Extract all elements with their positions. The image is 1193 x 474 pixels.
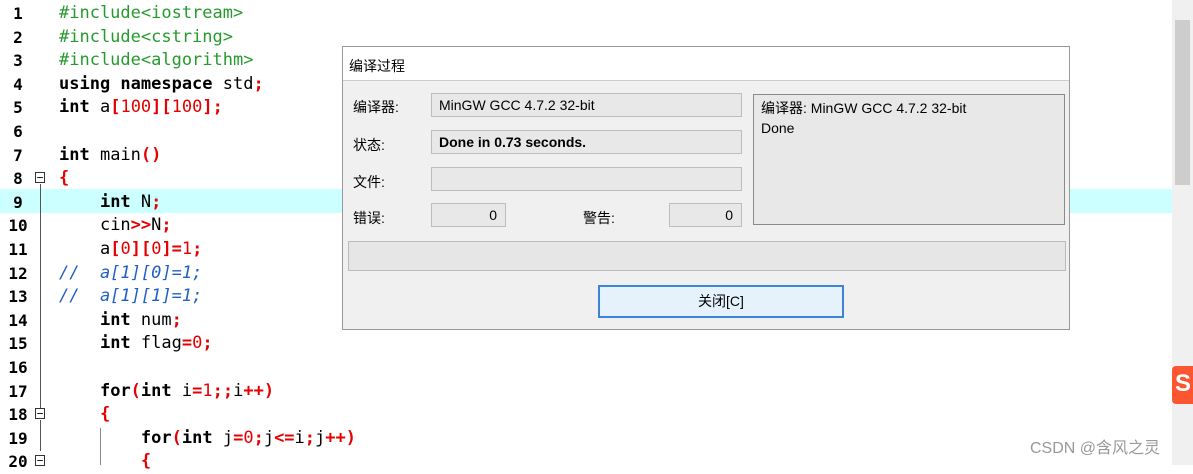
line-number: 5 [13,98,23,118]
line-number: 13 [8,287,28,307]
file-field [431,167,742,191]
status-field: Done in 0.73 seconds. [431,130,742,154]
dialog-titlebar[interactable]: 编译过程 [343,47,1069,81]
fold-toggle-icon[interactable]: − [35,172,45,183]
compile-log: 编译器: MinGW GCC 4.7.2 32-bit Done [753,94,1065,225]
log-line: 编译器: MinGW GCC 4.7.2 32-bit [761,100,967,116]
code-line: int num; [99,309,182,330]
line-number: 19 [8,428,28,448]
code-line: // a[1][0]=1; [59,262,203,283]
code-line: a[0][0]=1; [99,239,203,259]
code-line: cin>>N; [99,215,172,236]
code-line: #include<iostream> [59,3,244,23]
line-number: 16 [8,358,28,377]
code-line: int a[100][100]; [59,97,223,118]
errors-label: 错误: [353,210,385,226]
close-button[interactable]: 关闭[C] [598,285,844,318]
line-number: 2 [13,27,23,47]
code-line: #include<algorithm> [59,50,254,71]
progress-bar [348,241,1066,271]
line-number: 3 [13,51,23,71]
code-line: { [99,404,111,425]
line-number: 18 [8,405,28,425]
line-number: 9 [13,192,23,212]
warnings-field: 0 [669,203,742,227]
line-number: 7 [13,145,23,165]
line-number: 14 [8,310,28,330]
fold-line [40,420,41,451]
code-line: { [59,168,70,189]
line-number: 1 [13,4,23,23]
code-line: for(int j=0;j<=i;j++) [140,427,357,448]
line-number: 20 [8,452,28,472]
scrollbar-thumb[interactable] [1175,20,1190,185]
log-line: Done [761,120,795,136]
warnings-label: 警告: [583,210,615,226]
code-line: #include<cstring> [59,26,233,47]
code-line: int main() [59,144,162,165]
line-number: 15 [8,334,28,354]
code-line: int flag=0; [99,333,213,354]
fold-line [40,184,41,408]
code-line: // a[1][1]=1; [59,286,203,307]
line-number: 8 [13,169,23,189]
dialog-title: 编译过程 [349,58,405,74]
code-line: int N; [99,191,162,212]
code-line: for(int i=1;;i++) [99,380,275,401]
compiler-label: 编译器: [353,99,399,115]
line-number: 10 [8,216,28,236]
line-number: 17 [8,381,28,401]
file-label: 文件: [353,174,385,190]
fold-toggle-icon[interactable]: − [35,455,45,466]
status-label: 状态: [353,137,385,153]
fold-toggle-icon[interactable]: − [35,408,45,419]
compile-progress-dialog: 编译过程 编译器: MinGW GCC 4.7.2 32-bit 状态: Don… [342,46,1070,330]
code-line: { [140,451,152,472]
csdn-logo-icon[interactable]: S [1172,366,1193,404]
line-number: 12 [8,263,28,283]
watermark: CSDN @含风之灵 [1030,440,1161,457]
code-line: using namespace std; [59,73,264,94]
errors-field: 0 [431,203,506,227]
line-number: 11 [8,240,28,259]
line-number: 4 [13,74,23,94]
line-number: 6 [13,122,23,141]
compiler-field: MinGW GCC 4.7.2 32-bit [431,93,742,117]
